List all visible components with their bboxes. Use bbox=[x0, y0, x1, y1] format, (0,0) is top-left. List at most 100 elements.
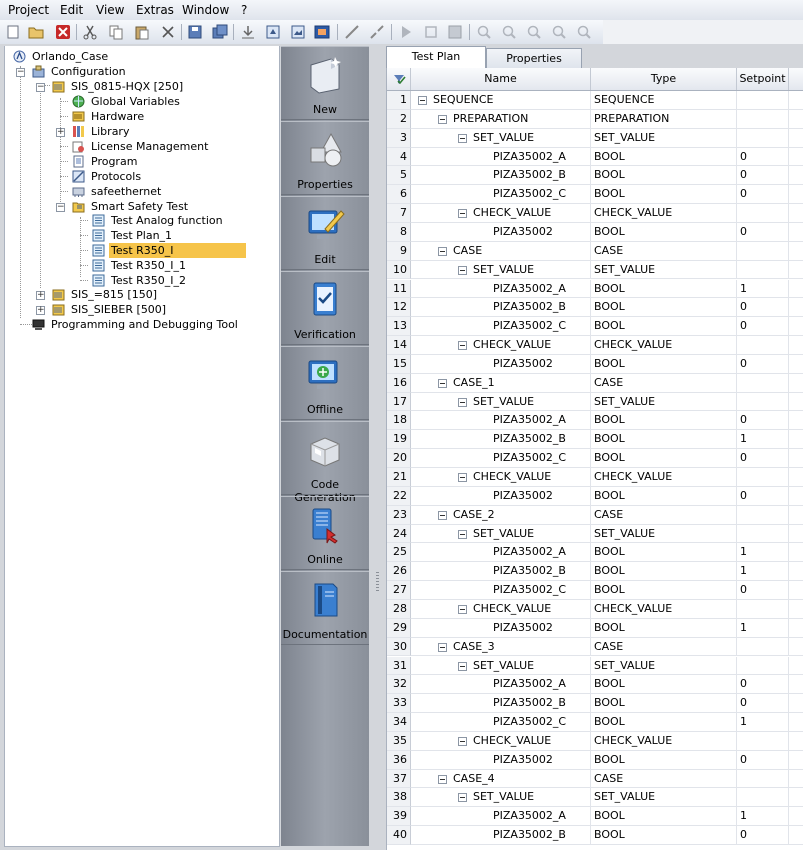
table-row[interactable]: 2 PREPARATION PREPARATION bbox=[387, 109, 803, 129]
name-cell[interactable]: PIZA35002_A bbox=[411, 807, 591, 827]
extra-cell[interactable] bbox=[789, 826, 803, 845]
table-row[interactable]: 18 PIZA35002_A BOOL 0 bbox=[387, 411, 803, 431]
table-row[interactable]: 8 PIZA35002 BOOL 0 bbox=[387, 222, 803, 242]
setpoint-cell[interactable] bbox=[737, 505, 789, 525]
table-row[interactable]: 39 PIZA35002_A BOOL 1 bbox=[387, 807, 803, 827]
table-row[interactable]: 40 PIZA35002_B BOOL 0 bbox=[387, 826, 803, 845]
extra-cell[interactable] bbox=[789, 261, 803, 280]
column-header-type[interactable]: Type bbox=[591, 68, 737, 90]
paste-icon[interactable] bbox=[134, 24, 150, 40]
extra-cell[interactable] bbox=[789, 148, 803, 167]
name-cell[interactable]: PIZA35002_A bbox=[411, 411, 591, 431]
type-cell[interactable]: BOOL bbox=[591, 826, 737, 845]
name-cell[interactable]: PIZA35002_C bbox=[411, 713, 591, 732]
table-row[interactable]: 34 PIZA35002_C BOOL 1 bbox=[387, 713, 803, 732]
setpoint-cell[interactable]: 0 bbox=[737, 486, 789, 506]
name-cell[interactable]: PIZA35002_B bbox=[411, 298, 591, 318]
table-row[interactable]: 36 PIZA35002 BOOL 0 bbox=[387, 750, 803, 770]
setpoint-cell[interactable] bbox=[737, 637, 789, 657]
collapse-toggle[interactable] bbox=[458, 133, 467, 143]
setpoint-cell[interactable] bbox=[737, 260, 789, 280]
name-cell[interactable]: PIZA35002_B bbox=[411, 562, 591, 582]
table-row[interactable]: 23 CASE_2 CASE bbox=[387, 505, 803, 525]
play-icon[interactable] bbox=[398, 24, 414, 40]
table-row[interactable]: 16 CASE_1 CASE bbox=[387, 373, 803, 393]
splitter-grip[interactable] bbox=[376, 572, 379, 592]
cut-icon[interactable] bbox=[82, 24, 98, 40]
zoom-out-icon[interactable] bbox=[501, 24, 517, 40]
table-row[interactable]: 28 CHECK_VALUE CHECK_VALUE bbox=[387, 599, 803, 619]
name-cell[interactable]: SET_VALUE bbox=[411, 128, 591, 148]
name-cell[interactable]: CHECK_VALUE bbox=[411, 468, 591, 487]
expand-toggle[interactable]: + bbox=[36, 306, 45, 315]
type-cell[interactable]: BOOL bbox=[591, 147, 737, 167]
setpoint-cell[interactable]: 1 bbox=[737, 618, 789, 638]
table-row[interactable]: 24 SET_VALUE SET_VALUE bbox=[387, 524, 803, 544]
type-cell[interactable]: BOOL bbox=[591, 354, 737, 374]
collapse-toggle[interactable] bbox=[418, 96, 427, 105]
edit-button[interactable]: Edit bbox=[281, 196, 369, 270]
type-cell[interactable]: CHECK_VALUE bbox=[591, 599, 737, 619]
extra-cell[interactable] bbox=[789, 657, 803, 676]
table-row[interactable]: 12 PIZA35002_B BOOL 0 bbox=[387, 298, 803, 318]
menu-view[interactable]: View bbox=[96, 3, 124, 17]
name-cell[interactable]: PIZA35002_C bbox=[411, 317, 591, 337]
column-header-extra[interactable] bbox=[789, 68, 803, 90]
offline-button[interactable]: Offline bbox=[281, 346, 369, 420]
type-cell[interactable]: SET_VALUE bbox=[591, 260, 737, 280]
table-row[interactable]: 5 PIZA35002_B BOOL 0 bbox=[387, 166, 803, 186]
name-cell[interactable]: SET_VALUE bbox=[411, 788, 591, 808]
collapse-toggle[interactable] bbox=[458, 473, 467, 482]
new-icon[interactable] bbox=[5, 24, 21, 40]
setpoint-cell[interactable] bbox=[737, 91, 789, 110]
collapse-toggle[interactable] bbox=[458, 265, 467, 275]
collapse-toggle[interactable] bbox=[458, 736, 467, 746]
setpoint-cell[interactable]: 0 bbox=[737, 298, 789, 318]
name-cell[interactable]: CASE_2 bbox=[411, 505, 591, 525]
type-cell[interactable]: BOOL bbox=[591, 430, 737, 450]
zoom-fit-icon[interactable] bbox=[526, 24, 542, 40]
collapse-toggle[interactable] bbox=[458, 397, 467, 407]
extra-cell[interactable] bbox=[789, 751, 803, 770]
extra-cell[interactable] bbox=[789, 317, 803, 337]
tab-properties[interactable]: Properties bbox=[486, 48, 582, 68]
type-cell[interactable]: BOOL bbox=[591, 713, 737, 732]
table-row[interactable]: 3 SET_VALUE SET_VALUE bbox=[387, 128, 803, 148]
extra-cell[interactable] bbox=[789, 713, 803, 732]
table-row[interactable]: 17 SET_VALUE SET_VALUE bbox=[387, 392, 803, 412]
table-row[interactable]: 38 SET_VALUE SET_VALUE bbox=[387, 788, 803, 808]
column-header-name[interactable]: Name bbox=[411, 68, 591, 90]
pane-splitter[interactable] bbox=[371, 46, 384, 846]
zoom-reset-icon[interactable] bbox=[576, 24, 592, 40]
type-cell[interactable]: BOOL bbox=[591, 411, 737, 431]
type-cell[interactable]: CASE bbox=[591, 769, 737, 789]
name-cell[interactable]: PIZA35002_A bbox=[411, 675, 591, 695]
type-cell[interactable]: BOOL bbox=[591, 449, 737, 468]
extra-cell[interactable] bbox=[789, 619, 803, 638]
table-row[interactable]: 32 PIZA35002_A BOOL 0 bbox=[387, 675, 803, 695]
collapse-toggle[interactable] bbox=[458, 793, 467, 803]
extra-cell[interactable] bbox=[789, 562, 803, 582]
extra-cell[interactable] bbox=[789, 393, 803, 412]
type-cell[interactable]: BOOL bbox=[591, 166, 737, 186]
menu-edit[interactable]: Edit bbox=[60, 3, 83, 17]
type-cell[interactable]: BOOL bbox=[591, 317, 737, 337]
table-row[interactable]: 9 CASE CASE bbox=[387, 241, 803, 261]
table-row[interactable]: 11 PIZA35002_A BOOL 1 bbox=[387, 279, 803, 299]
type-cell[interactable]: BOOL bbox=[591, 581, 737, 600]
name-cell[interactable]: PIZA35002_B bbox=[411, 826, 591, 845]
collapse-toggle[interactable] bbox=[438, 114, 447, 124]
table-row[interactable]: 26 PIZA35002_B BOOL 1 bbox=[387, 562, 803, 582]
zoom-page-icon[interactable] bbox=[551, 24, 567, 40]
table-row[interactable]: 35 CHECK_VALUE CHECK_VALUE bbox=[387, 731, 803, 751]
stop-icon[interactable] bbox=[423, 24, 439, 40]
collapse-toggle[interactable] bbox=[458, 209, 467, 219]
table-row[interactable]: 20 PIZA35002_C BOOL 0 bbox=[387, 449, 803, 468]
expand-toggle[interactable]: + bbox=[56, 128, 65, 137]
collapse-toggle[interactable] bbox=[438, 510, 447, 520]
type-cell[interactable]: BOOL bbox=[591, 222, 737, 242]
extra-cell[interactable] bbox=[789, 374, 803, 393]
name-cell[interactable]: CASE_3 bbox=[411, 637, 591, 657]
extra-cell[interactable] bbox=[789, 543, 803, 563]
screen-icon[interactable] bbox=[314, 24, 330, 40]
